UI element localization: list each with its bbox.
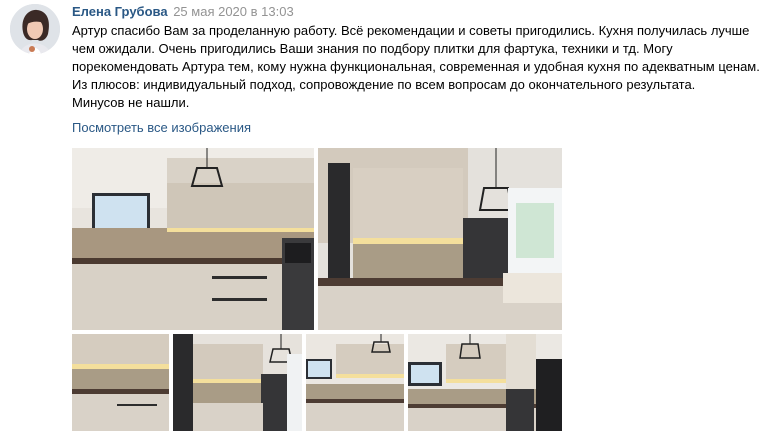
kitchen-photo-5[interactable] [306,334,404,431]
kitchen-photo-2[interactable] [318,148,562,330]
kitchen-photo-1[interactable] [72,148,314,330]
author-name[interactable]: Елена Грубова [72,4,168,19]
kitchen-photo-4[interactable] [173,334,302,431]
kitchen-photo-6[interactable] [408,334,562,431]
author-avatar[interactable] [10,4,60,54]
view-all-images-link[interactable]: Посмотреть все изображения [72,119,251,137]
kitchen-photo-3[interactable] [72,334,169,431]
post-paragraph: Артур спасибо Вам за проделанную работу.… [72,23,760,92]
review-post: Елена Грубова 25 мая 2020 в 13:03 Артур … [0,0,766,443]
post-header: Елена Грубова 25 мая 2020 в 13:03 [72,3,294,21]
post-paragraph: Минусов не нашли. [72,95,190,110]
post-date[interactable]: 25 мая 2020 в 13:03 [173,4,293,19]
post-text: Артур спасибо Вам за проделанную работу.… [72,22,762,112]
